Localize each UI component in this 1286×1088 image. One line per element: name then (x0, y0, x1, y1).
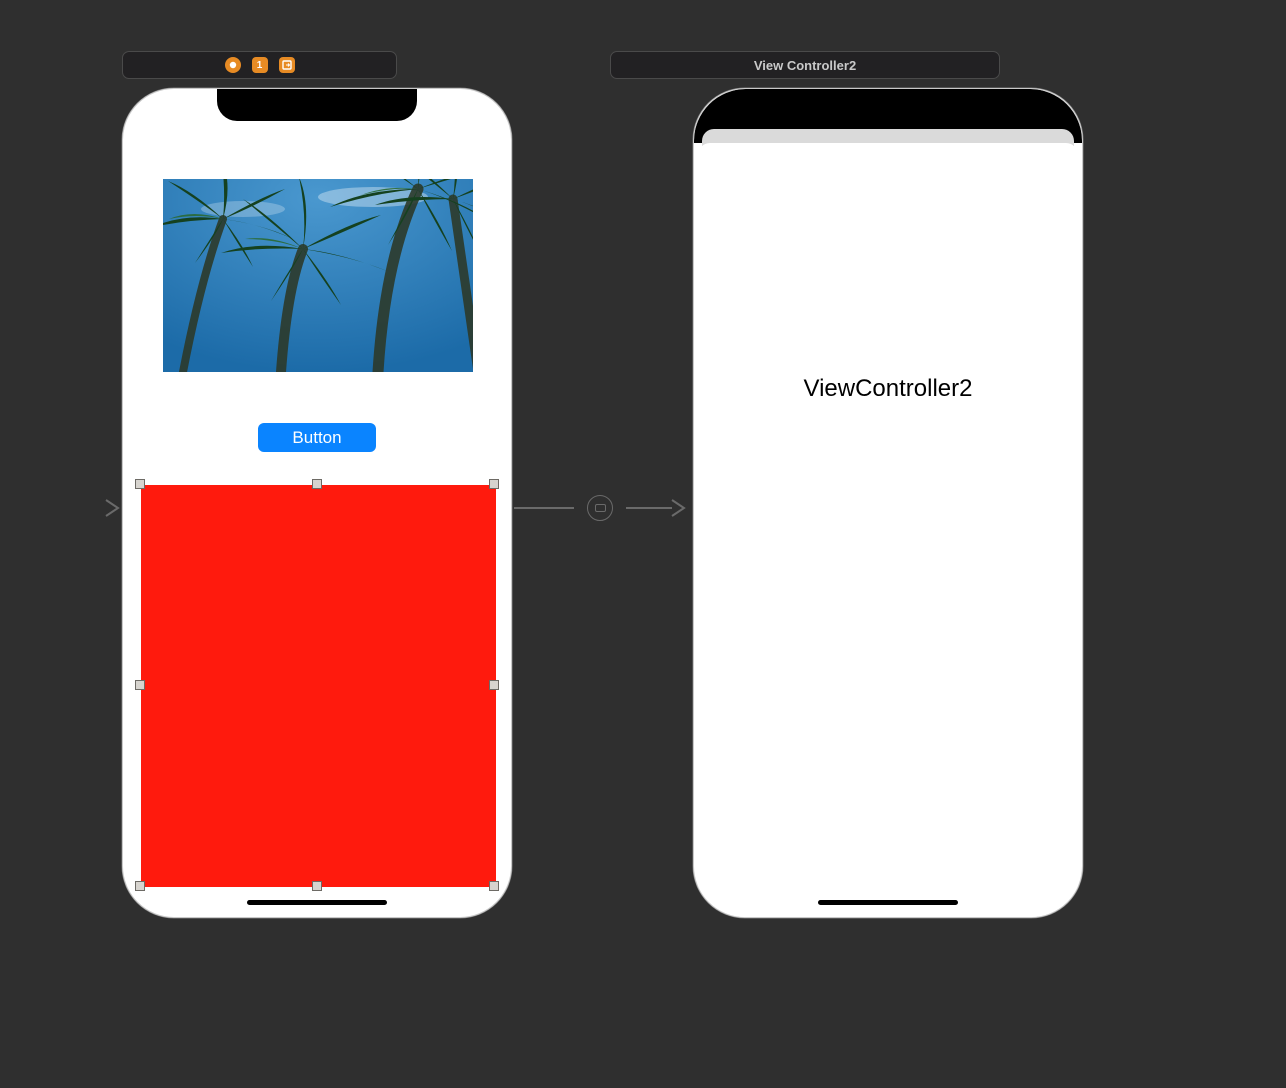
selection-handle[interactable] (135, 881, 145, 891)
container-view[interactable] (141, 485, 496, 887)
selection-handle[interactable] (489, 881, 499, 891)
phone-canvas-scene2[interactable]: ViewController2 (693, 88, 1083, 918)
segue-arrow (20, 495, 120, 521)
phone-canvas-scene1[interactable]: Button (122, 88, 512, 918)
segue-kind-icon[interactable] (587, 495, 613, 521)
button[interactable]: Button (258, 423, 376, 452)
warning-count-badge: 1 (252, 57, 268, 73)
scene-title-bar[interactable]: 1 (122, 51, 397, 79)
selection-handle[interactable] (135, 680, 145, 690)
home-indicator (818, 900, 958, 905)
device-notch (217, 89, 417, 121)
selection-handle[interactable] (489, 680, 499, 690)
entry-point-icon (225, 57, 241, 73)
image-view[interactable] (163, 179, 473, 372)
selection-handle[interactable] (135, 479, 145, 489)
exit-icon (279, 57, 295, 73)
selection-handle[interactable] (489, 479, 499, 489)
presented-sheet[interactable]: ViewController2 (698, 143, 1078, 917)
vc2-label: ViewController2 (698, 375, 1078, 403)
selection-handle[interactable] (312, 881, 322, 891)
selection-handle[interactable] (312, 479, 322, 489)
scene-title-bar[interactable]: View Controller2 (610, 51, 1000, 79)
home-indicator (247, 900, 387, 905)
